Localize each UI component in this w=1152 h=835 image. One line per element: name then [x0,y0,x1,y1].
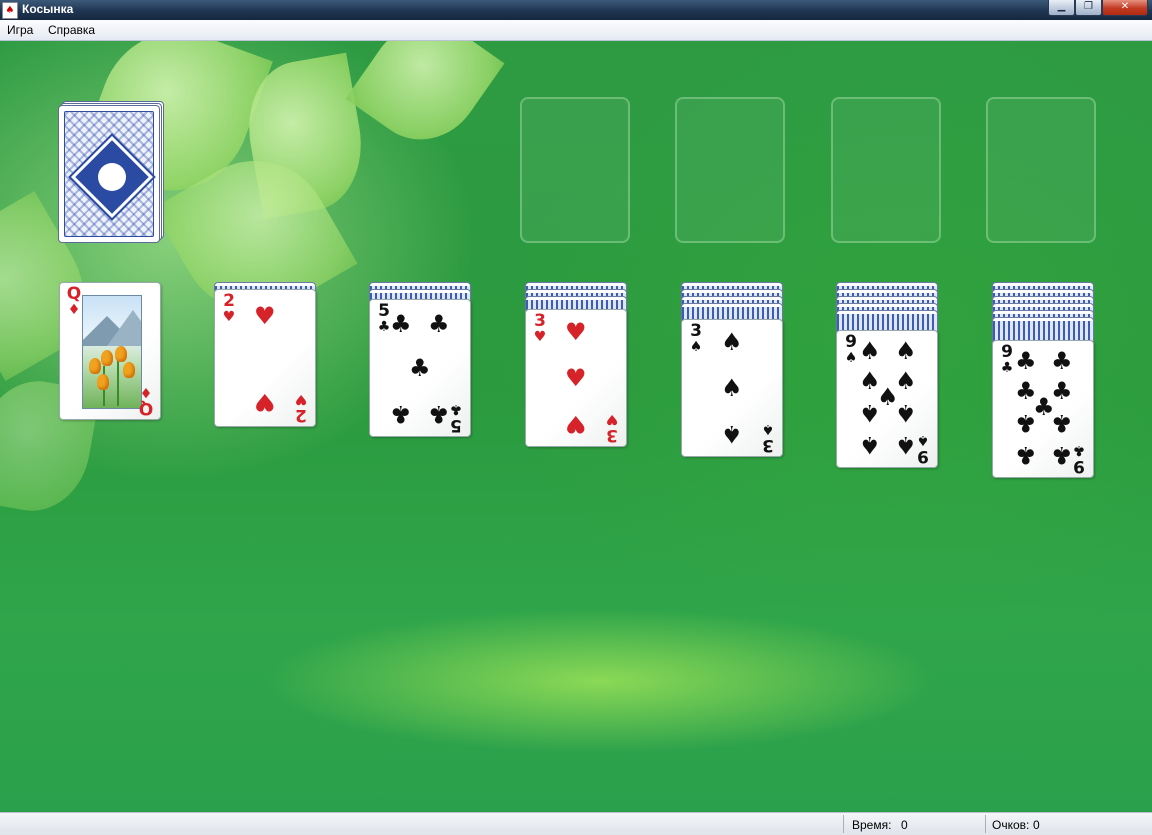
card-three-of-spades[interactable]: 3 ♠ ♠ ♠ ♠ 3 ♠ [681,319,783,457]
card-corner-bottom: 2 ♥ [294,391,308,425]
club-pip: ♣ [1015,409,1037,437]
spade-pip: ♠ [895,399,917,427]
card-three-of-hearts[interactable]: 3 ♥ ♥ ♥ ♥ 3 ♥ [525,309,627,447]
card-corner-bottom: 3 ♥ [605,411,619,445]
solitaire-card-icon: ♠ [2,2,18,19]
maximize-button[interactable]: ❐ [1075,0,1102,16]
card-corner-top: 9 ♣ [1000,342,1014,376]
club-pip: ♣ [409,354,431,382]
card-corner-bottom: Q ♦ [138,384,154,418]
close-button[interactable]: ✕ [1102,0,1148,16]
card-corner-top: 3 ♥ [533,311,547,345]
heart-pip: ♥ [254,302,276,330]
card-nine-of-spades[interactable]: 9 ♠ ♠ ♠ ♠ ♠ ♠ ♠ ♠ ♠ ♠ 9 ♠ [836,330,938,468]
menu-bar: Игра Справка [0,20,1152,41]
flower [123,362,135,378]
game-table[interactable]: Q ♦ Q ♦ 2 ♥ ♥ ♥ 2 ♥ 5 ♣ ♣ ♣ ♣ ♣ ♣ 5 ♣ 3 … [0,41,1152,812]
club-pip: ♣ [1051,347,1073,375]
club-pip: ♣ [428,310,450,338]
card-corner-bottom: 5 ♣ [449,401,463,435]
spade-pip: ♠ [721,420,743,448]
time-label: Время: [852,818,892,832]
flower [97,374,109,390]
spade-pip: ♠ [721,328,743,356]
title-bar[interactable]: ♠ Косынка ▁ ❐ ✕ [0,0,1152,20]
status-divider [843,815,844,833]
card-corner-top: 3 ♠ [689,321,703,355]
window-controls: ▁ ❐ ✕ [1048,0,1148,17]
foundation-slot[interactable] [675,97,785,243]
club-pip: ♣ [390,400,412,428]
status-bar: Время: 0 Очков: 0 [0,812,1152,835]
menu-help[interactable]: Справка [48,23,95,37]
flower [115,346,127,362]
card-corner-bottom: 9 ♣ [1072,442,1086,476]
card-corner-bottom: 3 ♠ [761,421,775,455]
card-back[interactable] [58,105,160,243]
card-corner-top: Q ♦ [66,284,82,318]
flower [101,350,113,366]
card-corner-bottom: 9 ♠ [916,432,930,466]
queen-picture [82,295,142,409]
heart-pip: ♥ [254,388,276,416]
foundation-slot[interactable] [986,97,1096,243]
background-leaf [345,41,505,162]
score-label: Очков: [992,818,1030,832]
card-two-of-hearts[interactable]: 2 ♥ ♥ ♥ 2 ♥ [214,289,316,427]
heart-pip: ♥ [565,318,587,346]
heart-pip: ♥ [565,410,587,438]
card-corner-top: 2 ♥ [222,291,236,325]
mountain-shape [107,310,141,346]
card-back-emblem [70,135,154,219]
card-queen-of-diamonds[interactable]: Q ♦ Q ♦ [59,282,161,420]
minimize-button[interactable]: ▁ [1048,0,1075,16]
spade-pip: ♠ [895,337,917,365]
club-pip: ♣ [1015,441,1037,469]
flower-stem [117,358,119,406]
window-title: Косынка [22,2,74,16]
spade-pip: ♠ [859,399,881,427]
spade-pip: ♠ [721,374,743,402]
card-five-of-clubs[interactable]: 5 ♣ ♣ ♣ ♣ ♣ ♣ 5 ♣ [369,299,471,437]
flower [89,358,101,374]
foundation-slot[interactable] [831,97,941,243]
club-pip: ♣ [390,310,412,338]
spade-pip: ♠ [859,431,881,459]
card-back-pattern [64,111,154,237]
status-divider [985,815,986,833]
club-pip: ♣ [1051,409,1073,437]
card-nine-of-clubs[interactable]: 9 ♣ ♣ ♣ ♣ ♣ ♣ ♣ ♣ ♣ ♣ 9 ♣ [992,340,1094,478]
time-value: 0 [901,818,908,832]
score-value: 0 [1033,818,1040,832]
spade-pip: ♠ [859,337,881,365]
club-pip: ♣ [1015,347,1037,375]
menu-game[interactable]: Игра [7,23,33,37]
heart-pip: ♥ [565,364,587,392]
card-corner-top: 9 ♠ [844,332,858,366]
stock-pile[interactable] [58,101,166,247]
foundation-slot[interactable] [520,97,630,243]
